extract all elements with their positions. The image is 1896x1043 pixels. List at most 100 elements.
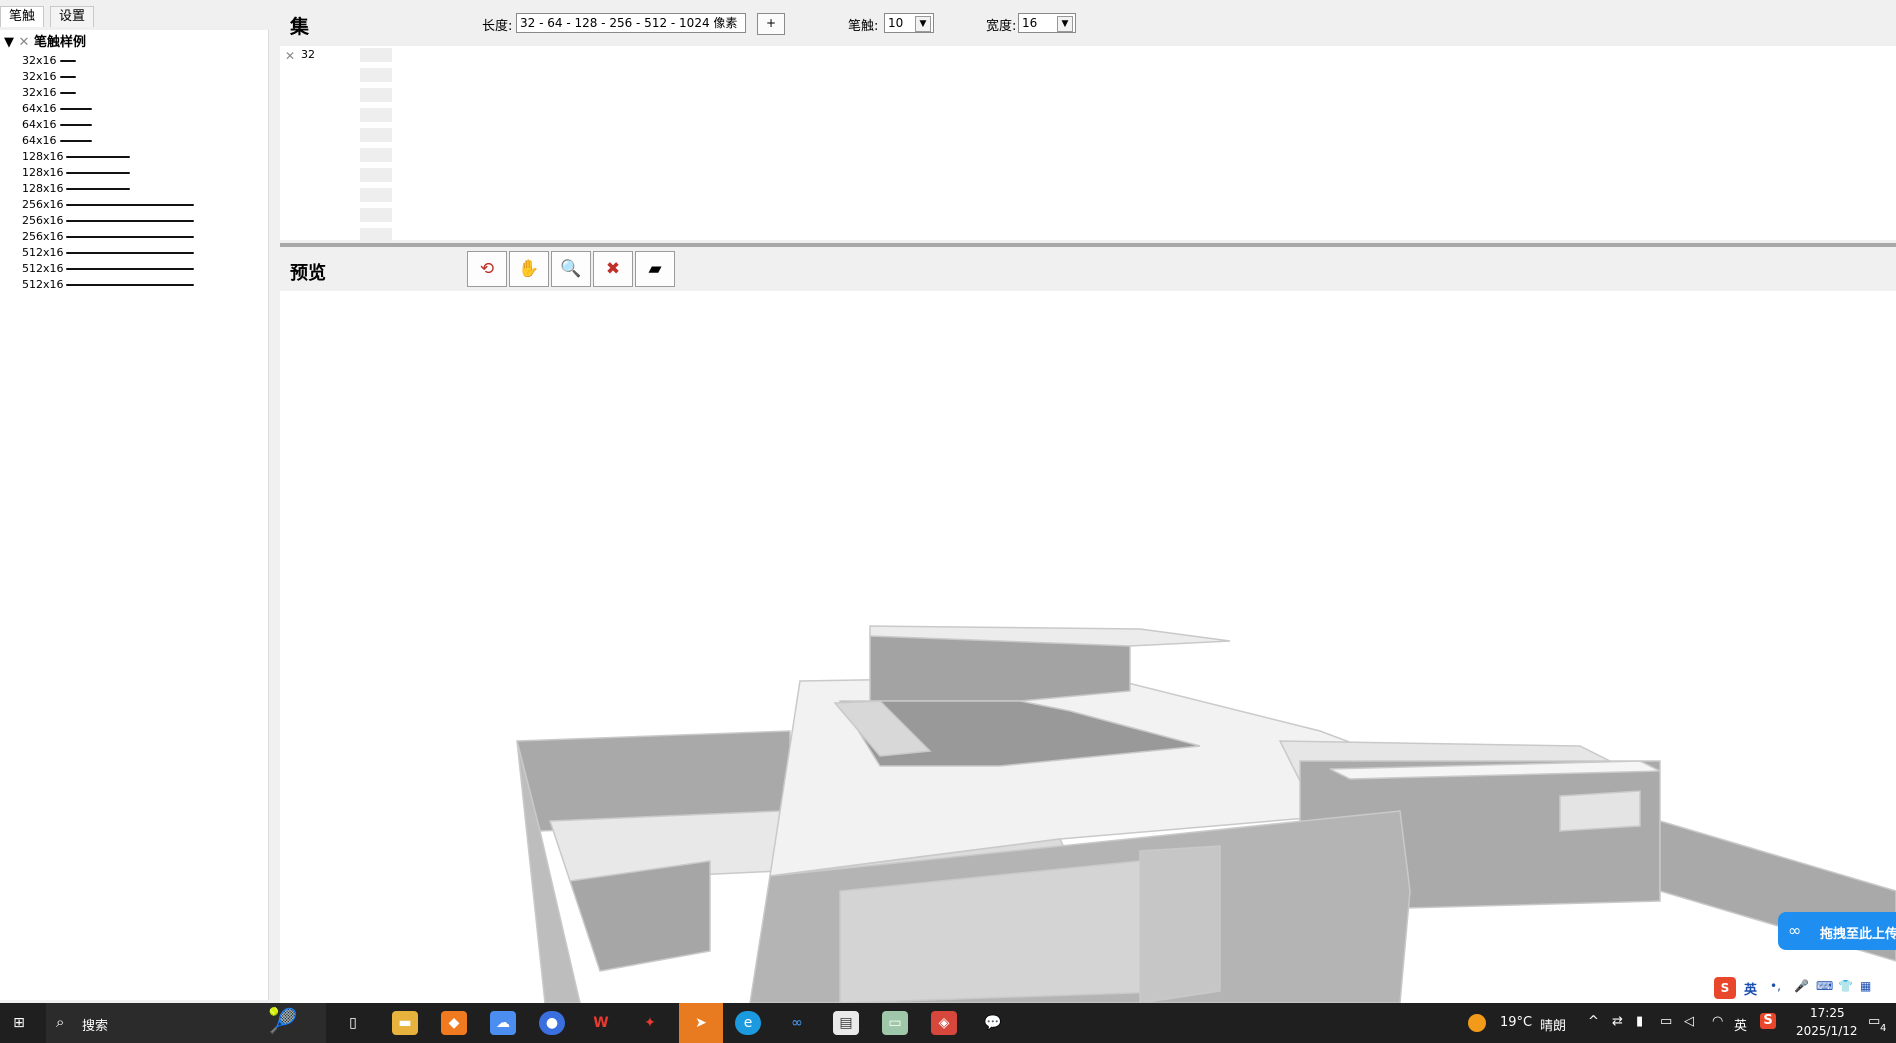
set-slot[interactable] (360, 148, 392, 162)
tree-item[interactable]: 512x16 (22, 277, 195, 293)
tree-item[interactable]: 32x16 (22, 85, 76, 101)
width-label: 宽度: (986, 19, 1017, 34)
tree-item-label: 512x16 (22, 278, 64, 291)
app-blue-circle-icon[interactable]: ● (539, 1011, 565, 1035)
clock-time[interactable]: 17:25 (1810, 1006, 1845, 1020)
stroke-sample (59, 108, 92, 110)
orbit-button[interactable]: ⟲ (467, 251, 507, 287)
zoom-button[interactable]: 🔍 (551, 251, 591, 287)
taskbar: ⊞ ⌕ 搜索 🎾 ▯ ▬ ◆ ☁ ● W ✦ ➤ e ∞ ▤ ▭ ◈ 💬 19°… (0, 1003, 1896, 1043)
add-length-button[interactable]: + (757, 13, 785, 35)
chevron-down-icon[interactable]: ▼ (915, 16, 931, 32)
set-slot[interactable] (360, 188, 392, 202)
sogou-tray-icon[interactable]: S (1760, 1013, 1776, 1029)
skin-icon[interactable]: 👕 (1838, 979, 1853, 993)
stroke-select[interactable]: 10 ▼ (884, 13, 934, 33)
tree-item[interactable]: 512x16 (22, 261, 195, 277)
notepad-icon[interactable]: ▤ (833, 1011, 859, 1035)
eraser-button[interactable]: ▰ (635, 251, 675, 287)
tree-item[interactable]: 128x16 (22, 165, 131, 181)
task-view-icon[interactable]: ▯ (340, 1011, 366, 1035)
app-red-icon[interactable]: ✦ (637, 1011, 663, 1035)
width-select-value: 16 (1022, 16, 1038, 30)
tree-item-label: 256x16 (22, 214, 64, 227)
tree-item[interactable]: 128x16 (22, 181, 131, 197)
wechat-icon[interactable]: 💬 (980, 1011, 1006, 1035)
search-icon: ⌕ (56, 1013, 65, 1031)
punctuation-icon[interactable]: •, (1770, 979, 1781, 993)
clock-date[interactable]: 2025/1/12 (1796, 1024, 1858, 1038)
set-slot[interactable] (360, 108, 392, 122)
windows-start-icon[interactable]: ⊞ (6, 1011, 32, 1035)
tree-item[interactable]: 64x16 (22, 117, 92, 133)
baidu-netdisk-icon[interactable]: ∞ (784, 1011, 810, 1035)
tab-strokes[interactable]: 笔触 (0, 6, 45, 27)
length-field[interactable]: 32 - 64 - 128 - 256 - 512 - 1024 像素 (516, 13, 746, 33)
weather-icon[interactable] (1468, 1014, 1486, 1032)
width-select[interactable]: 16 ▼ (1018, 13, 1076, 33)
3d-viewport[interactable] (280, 291, 1896, 1003)
expand-arrow-icon[interactable]: ▼ (4, 35, 14, 50)
house-model (516, 625, 1896, 1003)
battery-icon[interactable]: ▭ (1660, 1014, 1672, 1029)
tree-item[interactable]: 128x16 (22, 149, 131, 165)
set-slot[interactable] (360, 128, 392, 142)
set-slot[interactable] (360, 168, 392, 182)
set-slot[interactable] (360, 48, 392, 62)
set-slot[interactable] (360, 228, 392, 242)
zoom-extents-button[interactable]: ✖ (593, 251, 633, 287)
toolbox-icon[interactable]: ▦ (1860, 979, 1871, 993)
tree-item-label: 32x16 (22, 86, 57, 99)
app-active-icon[interactable]: ➤ (679, 1003, 723, 1043)
tree-item-label: 512x16 (22, 246, 64, 259)
weather-desc[interactable]: 晴朗 (1540, 1015, 1566, 1034)
tree-item[interactable]: 256x16 (22, 229, 195, 245)
keyboard-icon[interactable]: ⌨ (1816, 979, 1833, 993)
ime-lang[interactable]: 英 (1744, 979, 1757, 998)
tree-item[interactable]: 512x16 (22, 245, 195, 261)
stroke-sample (66, 268, 195, 270)
sogou-icon[interactable]: S (1714, 977, 1736, 999)
app-orange-icon[interactable]: ◆ (441, 1011, 467, 1035)
weather-temp[interactable]: 19°C (1500, 1015, 1532, 1030)
edge-icon[interactable]: e (735, 1011, 761, 1035)
tree-root[interactable]: ▼ ✕ 笔触样例 (4, 34, 86, 52)
notification-icon[interactable]: ▭ (1868, 1014, 1880, 1029)
tab-settings[interactable]: 设置 (50, 6, 95, 27)
microphone-icon[interactable]: 🎤 (1794, 979, 1809, 993)
set-slot[interactable] (360, 68, 392, 82)
sketchup-icon[interactable]: ◈ (931, 1011, 957, 1035)
app-green-icon[interactable]: ▭ (882, 1011, 908, 1035)
tree-item-label: 32x16 (22, 54, 57, 67)
stroke-sample (59, 140, 92, 142)
baidu-upload-float[interactable]: ∞ 拖拽至此上传 (1778, 912, 1896, 950)
wifi-icon[interactable]: ◠ (1712, 1014, 1723, 1029)
stroke-sample (59, 92, 76, 94)
wps-icon[interactable]: W (588, 1011, 614, 1035)
stroke-icon: ✕ (18, 35, 30, 50)
stroke-icon: ✕ (285, 49, 296, 63)
set-slot[interactable] (360, 208, 392, 222)
file-explorer-icon[interactable]: ▬ (392, 1011, 418, 1035)
input-lang[interactable]: 英 (1734, 1015, 1747, 1034)
volume-icon[interactable]: ◁ (1684, 1014, 1694, 1029)
set-slot[interactable] (360, 88, 392, 102)
set-title: 集 (290, 16, 310, 38)
tree-item-label: 128x16 (22, 182, 64, 195)
tree-item[interactable]: 64x16 (22, 133, 92, 149)
app-cloud-icon[interactable]: ☁ (490, 1011, 516, 1035)
pan-button[interactable]: ✋ (509, 251, 549, 287)
tree-item[interactable]: 64x16 (22, 101, 92, 117)
transfer-icon[interactable]: ⇄ (1612, 1014, 1623, 1029)
preview-title: 预览 (290, 263, 326, 284)
bars-icon[interactable]: ▮ (1636, 1014, 1643, 1029)
tree-item[interactable]: 256x16 (22, 213, 195, 229)
tree-item[interactable]: 32x16 (22, 53, 76, 69)
taskbar-search[interactable]: ⌕ 搜索 🎾 (46, 1003, 326, 1043)
tree-item[interactable]: 32x16 (22, 69, 76, 85)
pan-icon: ✋ (518, 259, 540, 279)
search-placeholder: 搜索 (82, 1019, 109, 1034)
chevron-up-icon[interactable]: ^ (1588, 1014, 1599, 1029)
tree-item[interactable]: 256x16 (22, 197, 195, 213)
chevron-down-icon[interactable]: ▼ (1057, 16, 1073, 32)
